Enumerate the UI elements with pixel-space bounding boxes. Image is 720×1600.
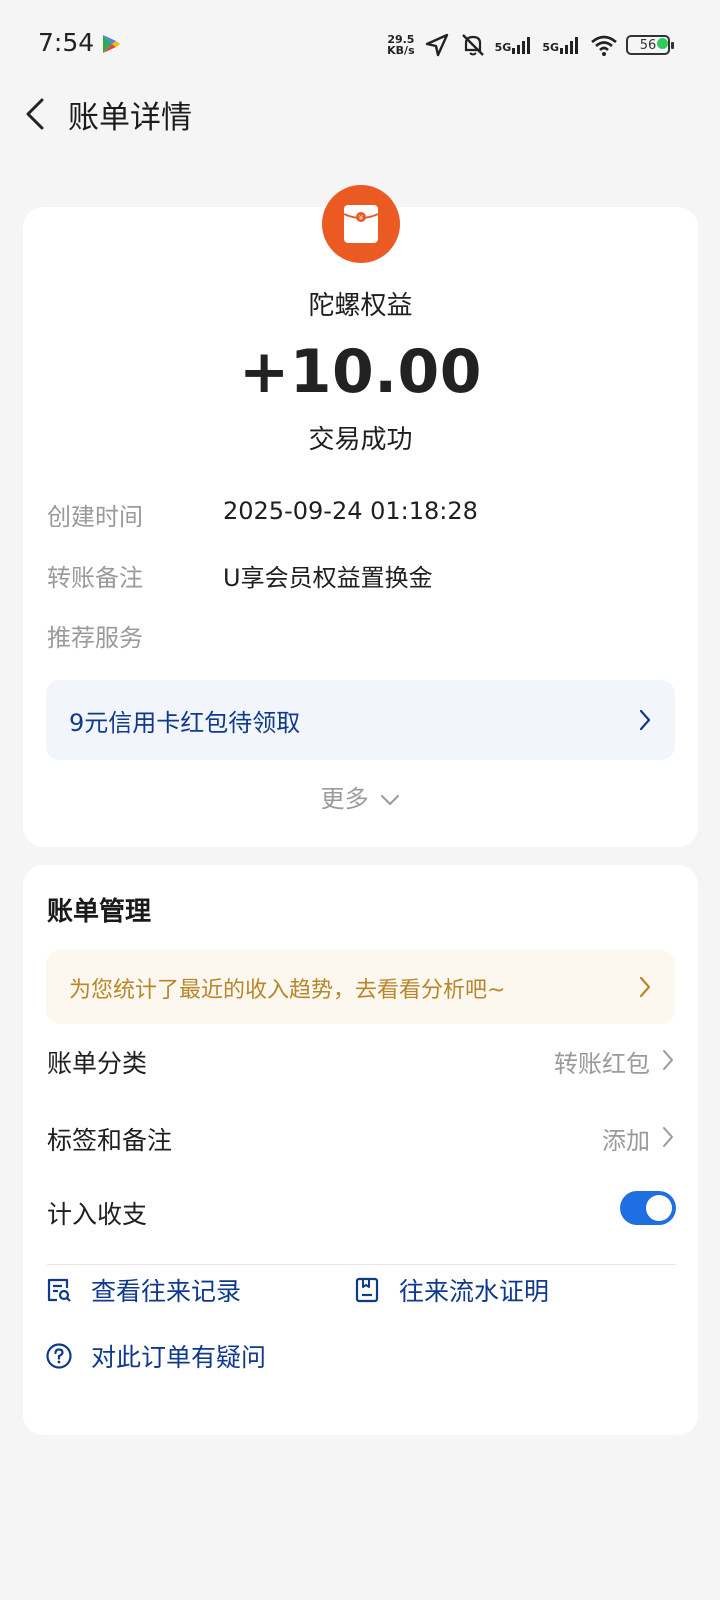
tags-notes-row[interactable]: 标签和备注 添加 (47, 1117, 676, 1157)
detail-value: 2025-09-24 01:18:28 (223, 497, 478, 525)
transaction-amount: +10.00 (238, 337, 483, 407)
bill-category-label: 账单分类 (47, 1049, 148, 1078)
chevron-down-icon (381, 795, 400, 805)
merchant-name: 陀螺权益 (308, 291, 413, 321)
privacy-indicator-dot (657, 38, 668, 49)
signal-bars-icon (560, 37, 578, 54)
svg-text:¥: ¥ (359, 214, 364, 222)
bill-management-card: 账单管理 为您统计了最近的收入趋势，去看看分析吧~ 账单分类 转账红包 标签和备… (23, 865, 698, 1435)
location-arrow-icon (425, 33, 448, 57)
detail-label: 转账备注 (47, 564, 143, 592)
chevron-right-icon (663, 1127, 673, 1147)
record-search-icon (47, 1278, 71, 1302)
tags-notes-label: 标签和备注 (47, 1126, 173, 1155)
red-envelope-icon: ¥ (343, 205, 379, 243)
chevron-right-icon (639, 709, 651, 731)
status-time: 7:54 (38, 28, 95, 57)
view-records-link[interactable]: 查看往来记录 (45, 1270, 241, 1310)
chevron-right-icon (639, 976, 651, 998)
income-trend-tip[interactable]: 为您统计了最近的收入趋势，去看看分析吧~ (46, 950, 675, 1024)
page-title: 账单详情 (68, 100, 192, 136)
section-title: 账单管理 (47, 897, 152, 927)
wifi-icon (591, 35, 617, 56)
statement-proof-label: 往来流水证明 (399, 1277, 550, 1306)
transaction-status: 交易成功 (308, 425, 413, 455)
include-in-stats-row: 计入收支 (47, 1191, 676, 1231)
back-arrow-icon[interactable] (18, 94, 58, 134)
signal-5g-2: 5G (542, 36, 582, 54)
bill-category-value: 转账红包 (554, 1050, 650, 1078)
app-header: 账单详情 (0, 80, 720, 146)
more-label: 更多 (320, 785, 369, 813)
bill-category-row[interactable]: 账单分类 转账红包 (47, 1040, 676, 1080)
detail-label: 创建时间 (47, 503, 143, 531)
statement-proof-link[interactable]: 往来流水证明 (353, 1270, 549, 1310)
view-records-label: 查看往来记录 (91, 1277, 242, 1306)
mute-bell-icon (461, 34, 484, 56)
more-button[interactable]: 更多 (23, 779, 698, 814)
question-circle-icon (46, 1343, 72, 1369)
document-proof-icon (355, 1277, 379, 1303)
include-in-stats-toggle[interactable] (620, 1191, 676, 1225)
recommend-label: 推荐服务 (47, 624, 143, 652)
detail-value: U享会员权益置换金 (223, 564, 433, 592)
order-question-label: 对此订单有疑问 (91, 1343, 267, 1372)
divider (47, 1264, 676, 1265)
tags-notes-value: 添加 (602, 1127, 650, 1155)
net-speed: 29.5 KB/s (387, 33, 415, 57)
tip-text: 为您统计了最近的收入趋势，去看看分析吧~ (69, 978, 506, 1003)
order-question-link[interactable]: 对此订单有疑问 (45, 1336, 266, 1376)
status-icons: 29.5 KB/s 5G 5G 56 (387, 30, 674, 60)
promo-text: 9元信用卡红包待领取 (69, 709, 301, 737)
signal-5g-1: 5G (495, 36, 535, 54)
status-bar: 7:54 29.5 KB/s 5G 5G 56 (0, 0, 720, 90)
chevron-right-icon (663, 1050, 673, 1070)
credit-card-promo[interactable]: 9元信用卡红包待领取 (46, 680, 675, 760)
play-store-icon (103, 35, 120, 53)
transaction-card: ¥ 陀螺权益 +10.00 交易成功 创建时间 2025-09-24 01:18… (23, 185, 698, 847)
signal-bars-icon (512, 37, 531, 54)
include-in-stats-label: 计入收支 (47, 1200, 148, 1229)
merchant-logo: ¥ (322, 185, 400, 263)
